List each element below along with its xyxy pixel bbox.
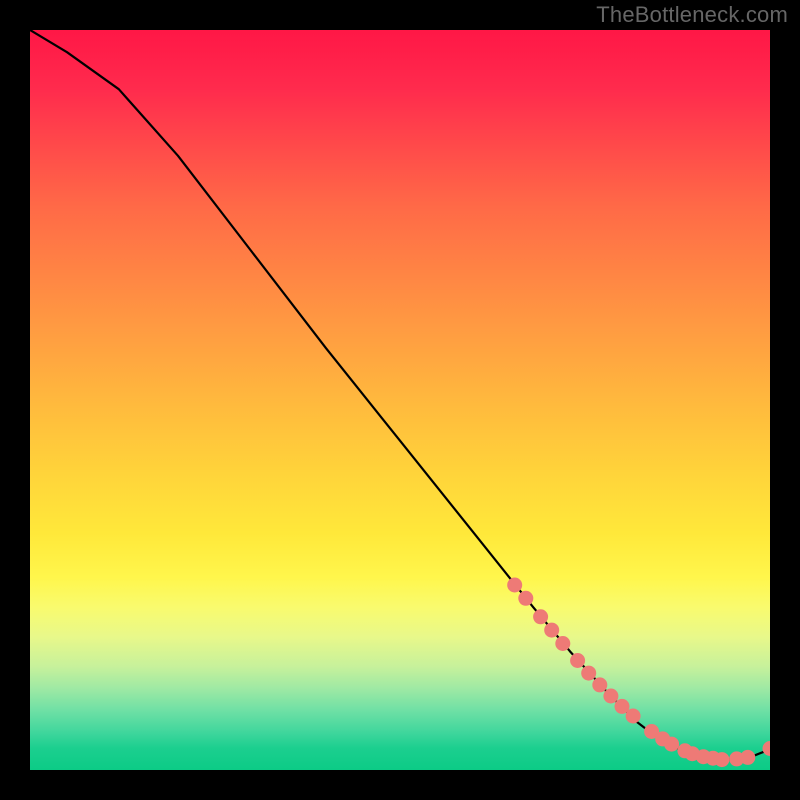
data-marker — [555, 636, 570, 651]
data-marker — [544, 623, 559, 638]
data-marker — [518, 591, 533, 606]
curve-path — [30, 30, 770, 760]
watermark-text: TheBottleneck.com — [596, 2, 788, 28]
data-marker — [581, 666, 596, 681]
data-marker — [592, 677, 607, 692]
data-marker — [603, 689, 618, 704]
chart-stage: TheBottleneck.com — [0, 0, 800, 800]
data-marker — [740, 750, 755, 765]
data-marker — [664, 737, 679, 752]
data-marker — [626, 709, 641, 724]
data-markers — [507, 578, 770, 768]
data-marker — [507, 578, 522, 593]
data-marker — [714, 752, 729, 767]
data-marker — [533, 609, 548, 624]
data-marker — [763, 741, 771, 756]
chart-overlay — [30, 30, 770, 770]
plot-area — [30, 30, 770, 770]
data-marker — [570, 653, 585, 668]
